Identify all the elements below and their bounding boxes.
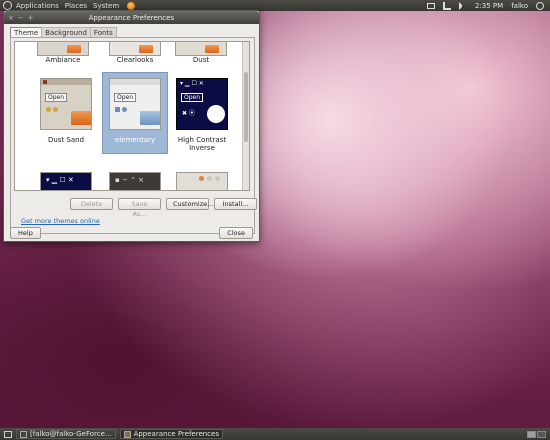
terminal-icon [20, 430, 27, 438]
theme-grid[interactable]: Ambiance Clearlooks Dust Open Dust Sand [14, 41, 250, 191]
theme-thumb-dust[interactable] [175, 42, 227, 56]
taskbar-item-terminal[interactable]: [falko@falko-GeForce... [16, 429, 116, 439]
appearance-window: × − + Appearance Preferences Theme Backg… [3, 10, 260, 242]
theme-label-dust: Dust [192, 56, 210, 64]
minimize-window-icon[interactable]: − [18, 14, 24, 22]
folder-icon [71, 111, 91, 125]
install-button[interactable]: Install... [214, 198, 257, 210]
open-preview-button: Open [45, 93, 68, 102]
menu-places[interactable]: Places [65, 2, 87, 10]
theme-panel: Ambiance Clearlooks Dust Open Dust Sand [10, 37, 257, 234]
network-icon[interactable] [442, 1, 451, 10]
theme-thumb-row3-1[interactable]: ▾ ▁ ☐ ✕ [40, 172, 92, 190]
theme-label-high-contrast-inverse: High Contrast Inverse [177, 136, 227, 152]
bottom-panel: [falko@falko-GeForce... Appearance Prefe… [0, 428, 550, 440]
save-as-button[interactable]: Save As... [118, 198, 161, 218]
theme-list-scrollbar[interactable] [242, 42, 249, 190]
show-desktop-icon[interactable] [4, 430, 12, 438]
customize-button[interactable]: Customize... [166, 198, 213, 210]
firefox-icon[interactable] [127, 1, 136, 10]
workspace-switcher[interactable] [527, 430, 546, 438]
taskbar-item-appearance[interactable]: Appearance Preferences [119, 429, 223, 439]
ubuntu-logo-icon[interactable] [3, 1, 12, 10]
folder-icon [139, 45, 153, 53]
panel-indicators: 2:35 PM falko [426, 1, 544, 10]
taskbar-label-appearance: Appearance Preferences [133, 430, 219, 438]
folder-icon [205, 45, 219, 53]
open-preview-button: Open [181, 93, 204, 102]
menu-applications[interactable]: Applications [16, 2, 59, 10]
folder-icon [140, 111, 160, 125]
clock[interactable]: 2:35 PM [475, 2, 503, 10]
theme-thumb-elementary[interactable]: Open [109, 78, 161, 130]
volume-icon[interactable] [458, 1, 467, 10]
theme-label-ambiance: Ambiance [45, 56, 81, 64]
scrollbar-thumb[interactable] [244, 72, 248, 142]
window-titlebar[interactable]: × − + Appearance Preferences [4, 11, 259, 24]
folder-icon [67, 45, 81, 53]
help-button[interactable]: Help [10, 227, 41, 239]
theme-label-clearlooks: Clearlooks [116, 56, 154, 64]
close-button[interactable]: Close [219, 227, 253, 239]
theme-label-dust-sand: Dust Sand [47, 136, 85, 144]
window-title: Appearance Preferences [88, 13, 175, 22]
theme-label-elementary: elementary [114, 136, 156, 144]
theme-thumb-row3-2[interactable]: ▪ − ⌃ × [109, 172, 161, 190]
mail-icon[interactable] [426, 2, 435, 9]
workspace-2[interactable] [537, 430, 546, 438]
theme-thumb-ambiance[interactable] [37, 42, 89, 56]
gnome-foot-icon [207, 105, 225, 123]
theme-thumb-row3-3[interactable] [176, 172, 228, 190]
menu-system[interactable]: System [93, 2, 119, 10]
theme-thumb-dust-sand[interactable]: Open [40, 78, 92, 130]
user-name[interactable]: falko [511, 2, 528, 10]
delete-button[interactable]: Delete [70, 198, 113, 210]
theme-actions: Delete Save As... Customize... Install..… [70, 198, 257, 218]
appearance-icon [123, 430, 131, 438]
power-icon[interactable] [536, 1, 544, 10]
open-preview-button: Open [114, 93, 137, 102]
taskbar-label-terminal: [falko@falko-GeForce... [30, 430, 112, 438]
workspace-1[interactable] [527, 430, 536, 438]
close-window-icon[interactable]: × [8, 14, 14, 22]
theme-thumb-high-contrast-inverse[interactable]: ▾ ▁ ☐ ✕ Open ✖ ⦿ [176, 78, 228, 130]
theme-thumb-clearlooks[interactable] [109, 42, 161, 56]
get-more-themes-link[interactable]: Get more themes online [21, 217, 100, 225]
